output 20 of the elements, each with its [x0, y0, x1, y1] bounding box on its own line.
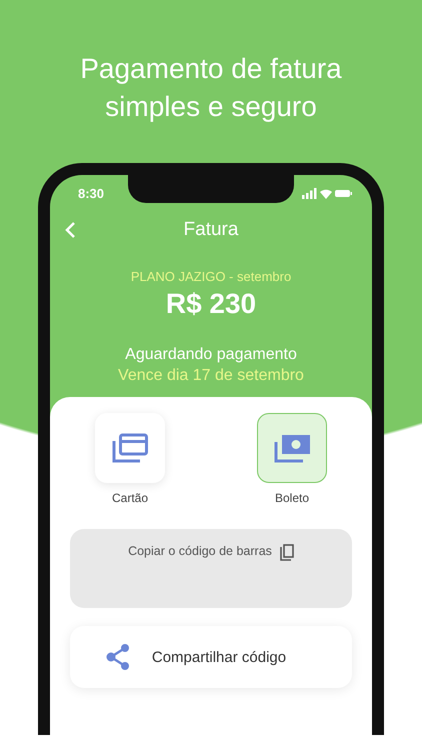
due-date: Vence dia 17 de setembro [117, 367, 305, 385]
payment-method-label: Cartão [112, 491, 148, 505]
share-icon [106, 644, 130, 670]
headline: Pagamento de fatura simples e seguro [79, 52, 343, 124]
back-icon[interactable] [64, 221, 76, 239]
status-icons [302, 188, 352, 198]
copy-icon[interactable] [280, 544, 294, 561]
payment-method-tile[interactable] [95, 413, 165, 483]
screen-title: Fatura [184, 219, 238, 241]
plan-name: PLANO JAZIGO - setembro [130, 269, 292, 284]
invoice-amount: R$ 230 [164, 288, 258, 320]
card-icon [111, 433, 149, 463]
payment-method-label: Boleto [274, 491, 310, 505]
payment-method-tile[interactable] [257, 413, 327, 483]
payment-status: Aguardando pagamento [124, 346, 298, 364]
status-time: 8:30 [78, 186, 104, 200]
copy-barcode-panel[interactable]: Copiar o código de barras [70, 529, 352, 608]
copy-barcode-label: Copiar o código de barras [128, 544, 272, 558]
share-button[interactable]: Compartilhar código [70, 626, 352, 688]
banknote-icon [273, 433, 311, 463]
